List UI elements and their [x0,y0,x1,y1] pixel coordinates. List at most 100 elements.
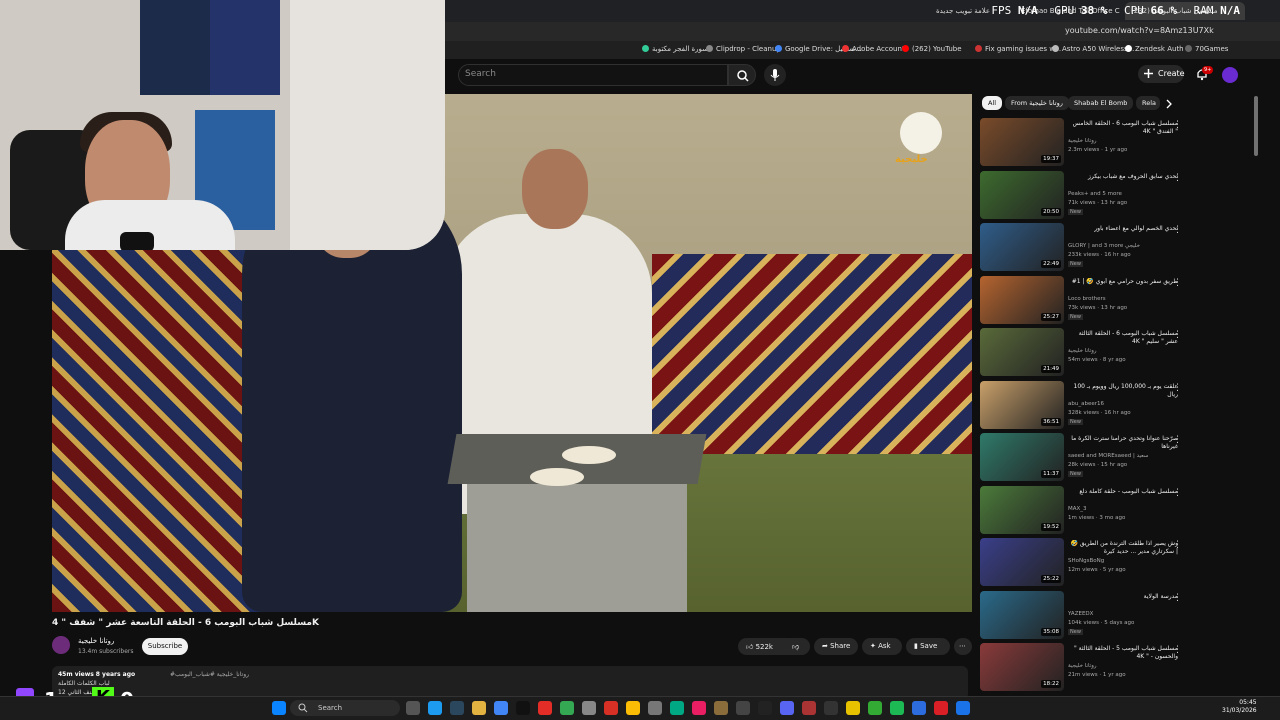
ask-button[interactable]: ✦ Ask [862,638,902,655]
channel-name[interactable]: روتانا خليجية [78,637,114,645]
recommendation-title[interactable]: طريق سفر بدون حرامي مع أبوي 🤣 | 1# [1068,278,1178,286]
app-icon[interactable] [868,701,882,715]
bookmark-item[interactable]: Astro A50 Wireless... [1052,45,1134,53]
chrome-profile-icon[interactable] [560,701,574,715]
more-actions-button[interactable]: ⋯ [954,638,972,655]
more-vertical-icon[interactable]: ⋮ [1173,593,1182,603]
file-explorer-icon[interactable] [472,701,486,715]
more-vertical-icon[interactable]: ⋮ [1173,540,1182,550]
recommendation-item[interactable]: 19:52 مسلسل شباب البومب - حلقة كاملة دلع M… [980,485,1190,536]
edge-icon[interactable] [428,701,442,715]
scrollbar[interactable] [1254,96,1258,156]
recommendation-title[interactable]: صرّحنا عنوانا وتحدي حرامنا سترت الكرة ما… [1068,435,1178,451]
chevron-right-icon[interactable] [1164,99,1174,109]
recommendation-item[interactable]: 22:49 تحدي الخصم لوالي مع اعضاء باور GLORY… [980,223,1190,273]
subscribe-button[interactable]: Subscribe [142,638,188,655]
chip-all[interactable]: All [982,96,1003,110]
recommendation-channel[interactable]: Peaks+ and 5 more [1068,191,1122,197]
recommendation-channel[interactable]: GLORY | and 3 more خليجي [1068,243,1140,249]
recommendation-channel[interactable]: روتانا خليجية [1068,663,1097,669]
recommendation-thumbnail[interactable]: 19:37 [980,118,1064,166]
url-text[interactable]: youtube.com/watch?v=8Amz13U7Xk [1065,26,1214,35]
steam-icon[interactable] [450,701,464,715]
recommendation-thumbnail[interactable]: 25:27 [980,275,1064,324]
more-vertical-icon[interactable]: ⋮ [1173,330,1182,340]
taskbar-search[interactable]: Search [290,700,400,716]
spotify-icon[interactable] [890,701,904,715]
recommendation-channel[interactable]: SHoNgsBoNg [1068,558,1104,564]
recommendation-title[interactable]: وش يصير اذا طلقت الترندة من الطريق 🤣 | س… [1068,540,1179,556]
recommendation-item[interactable]: 25:22 وش يصير اذا طلقت الترندة من الطريق … [980,538,1190,588]
recommendation-thumbnail[interactable]: 11:37 [980,433,1064,481]
chip-shabab-el-bomb[interactable]: Shabab El Bomb [1068,96,1134,110]
recommendation-thumbnail[interactable]: 36:51 [980,380,1064,429]
bookmark-item[interactable]: Clipdrop - Cleanup [706,45,781,53]
app-icon[interactable] [736,701,750,715]
channel-avatar[interactable] [52,636,70,654]
more-vertical-icon[interactable]: ⋮ [1173,120,1182,130]
recommendation-item[interactable]: 18:22 مسلسل شباب البومب 5 - الحلقة الثالث… [980,643,1190,693]
recommendation-channel[interactable]: abu_abeer16 [1068,401,1104,407]
search-button[interactable] [728,64,756,86]
recommendation-item[interactable]: 11:37 صرّحنا عنوانا وتحدي حرامنا سترت الك… [980,433,1190,483]
chrome-icon[interactable] [494,701,508,715]
app-icon[interactable] [802,701,816,715]
app-icon[interactable] [670,701,684,715]
app-icon[interactable] [846,701,860,715]
recommendation-item[interactable]: 35:08 مدرسة الولاية YAZEEDX 104k views · 5 … [980,590,1190,641]
system-clock[interactable]: 05:45 31/03/2026 [1222,699,1257,715]
tiktok-icon[interactable] [516,701,530,715]
app-icon[interactable] [692,701,706,715]
discord-icon[interactable] [780,701,794,715]
recommendation-channel[interactable]: MAX_3 [1068,506,1087,512]
app-icon[interactable] [604,701,618,715]
more-vertical-icon[interactable]: ⋮ [1173,645,1182,655]
recommendation-title[interactable]: مسلسل شباب البومب 6 - الحلقة الخامس " ال… [1068,120,1178,136]
recommendation-thumbnail[interactable]: 21:49 [980,328,1064,376]
app-icon[interactable] [582,701,596,715]
more-vertical-icon[interactable]: ⋮ [1173,278,1182,288]
chip-related[interactable]: Rela [1136,96,1160,110]
description-hashtags[interactable]: #روتانا_خليجية #شباب_البومب [170,671,249,678]
recommendation-channel[interactable]: روتانا خليجية [1068,348,1097,354]
bookmark-item[interactable]: (262) YouTube [902,45,962,53]
recommendation-thumbnail[interactable]: 19:52 [980,485,1064,534]
bookmark-item[interactable]: Adobe Account [842,45,905,53]
dislike-button[interactable]: 👎︎ [784,638,810,655]
app-icon[interactable] [538,701,552,715]
search-input[interactable] [458,64,728,86]
app-icon[interactable] [758,701,772,715]
recommendation-title[interactable]: تحدي الخصم لوالي مع اعضاء باور [1068,225,1178,233]
recommendation-channel[interactable]: YAZEEDX [1068,611,1093,617]
save-button[interactable]: ▮ Save [906,638,950,655]
more-vertical-icon[interactable]: ⋮ [1173,173,1182,183]
recommendation-title[interactable]: علقت يوم بـ 100,000 ريال وويوم بـ 100 ري… [1068,383,1179,399]
start-windows-icon[interactable] [272,701,286,715]
bookmark-item[interactable]: Fix gaming issues w... [975,45,1061,53]
app-icon[interactable] [824,701,838,715]
app-icon[interactable] [714,701,728,715]
app-icon[interactable] [956,701,970,715]
recommendation-thumbnail[interactable]: 25:22 [980,538,1064,586]
task-view-icon[interactable] [406,701,420,715]
recommendation-item[interactable]: 36:51 علقت يوم بـ 100,000 ريال وويوم بـ 1… [980,380,1190,431]
recommendation-item[interactable]: 25:27 طريق سفر بدون حرامي مع أبوي 🤣 | 1# L… [980,275,1190,326]
account-avatar[interactable] [1222,67,1238,83]
recommendation-title[interactable]: تحدي سابق الحروف مع شباب بيكرز [1068,173,1178,181]
recommendation-title[interactable]: مسلسل شباب البومب 6 - الحلقة الثالثة عشر… [1068,330,1178,346]
bookmark-item[interactable]: Zendesk Auth [1125,45,1184,53]
chip-from-channel[interactable]: From روتانا خليجية [1005,96,1069,110]
more-vertical-icon[interactable]: ⋮ [1173,225,1182,235]
recommendation-item[interactable]: 20:50 تحدي سابق الحروف مع شباب بيكرز Peaks… [980,170,1190,221]
voice-search-button[interactable] [764,64,786,86]
recommendation-title[interactable]: مسلسل شباب البومب 5 - الحلقة الثالثة " و… [1068,645,1178,661]
recommendation-thumbnail[interactable]: 18:22 [980,643,1064,691]
more-vertical-icon[interactable]: ⋮ [1173,488,1182,498]
recommendation-title[interactable]: مسلسل شباب البومب - حلقة كاملة دلع [1068,488,1178,496]
more-vertical-icon[interactable]: ⋮ [1173,383,1182,393]
app-icon[interactable] [912,701,926,715]
chrome-active-icon[interactable] [626,701,640,715]
recommendation-channel[interactable]: saeed and MOREsaeed | سعيد [1068,453,1148,459]
bookmark-item[interactable]: 70Games [1185,45,1228,53]
create-button[interactable]: Create [1138,65,1185,83]
